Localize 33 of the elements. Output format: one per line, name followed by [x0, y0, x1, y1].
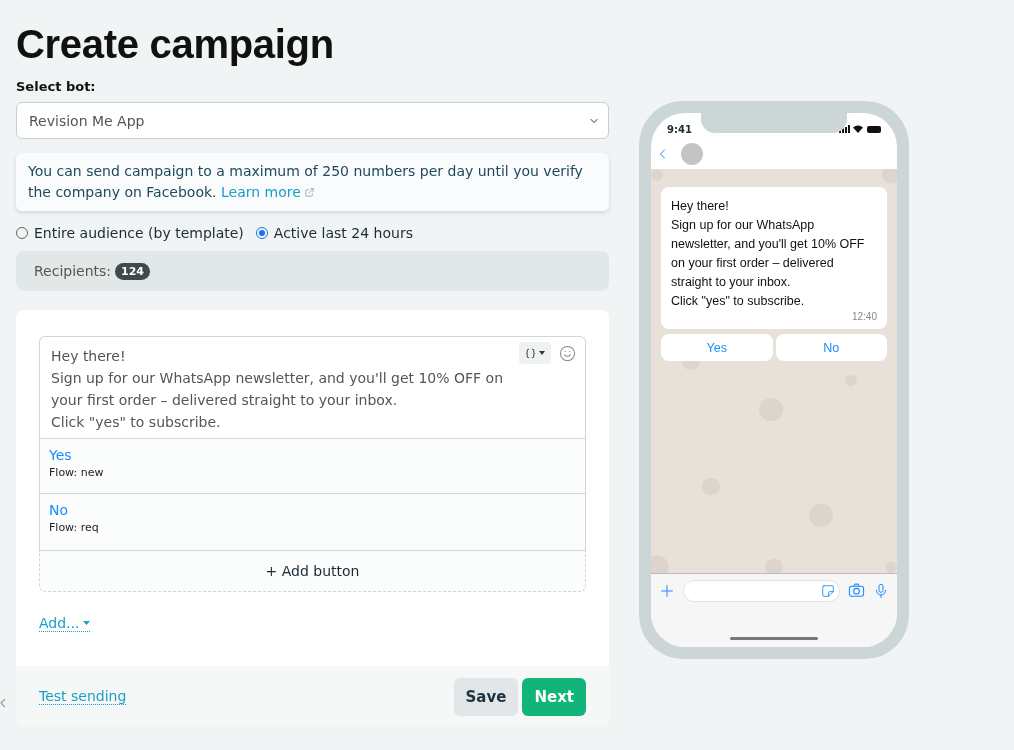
microphone-icon[interactable] — [873, 582, 889, 599]
reply-button-row[interactable]: No Flow: req — [39, 494, 586, 551]
audience-radio[interactable]: Entire audience (by template) — [16, 225, 244, 241]
chat-input[interactable] — [683, 579, 840, 602]
count-badge: 124 — [115, 262, 151, 280]
sticker-icon[interactable] — [821, 583, 835, 598]
field-label: Select bot: — [16, 79, 97, 94]
flow-label: Flow: new — [49, 466, 105, 479]
notice-text: You can send campaign to a maximum of 250 numbers per day until you verify the company on Facebook. Learn more — [16, 153, 609, 211]
recipients-label: Recipients: — [34, 263, 112, 279]
plus-icon[interactable] — [659, 582, 675, 599]
variables-button[interactable] — [519, 342, 551, 364]
external-link-icon — [303, 187, 315, 198]
flow-label: Flow: req — [49, 521, 100, 534]
add-button[interactable]: + Add button — [39, 551, 586, 592]
braces-icon — [525, 347, 536, 359]
save-button[interactable]: Save — [453, 677, 519, 716]
caret-icon — [83, 621, 91, 625]
reply-button-row[interactable]: Yes Flow: new — [39, 438, 586, 494]
camera-icon[interactable] — [848, 582, 865, 599]
audience-radio[interactable]: Active last 24 hours — [255, 225, 413, 241]
caret-icon — [539, 351, 545, 355]
message-time: 12:40 — [850, 311, 877, 323]
contact-avatar — [681, 143, 703, 165]
message-text: Hey there! Sign up for our WhatsApp newsletter, and you'll get 10% OFF on your first order – delivered straight to your inbox. Click "yes" to subscribe. — [671, 198, 866, 310]
status-time: 9:41 — [667, 123, 692, 135]
chevron-left-icon[interactable] — [0, 698, 5, 708]
status-icons — [839, 125, 883, 133]
smiley-icon[interactable] — [559, 344, 576, 362]
bot-select[interactable]: Revision Me App — [16, 102, 609, 139]
page-title: Create campaign — [16, 22, 335, 67]
button-label: Yes — [49, 447, 73, 463]
button-label: No — [49, 502, 70, 518]
